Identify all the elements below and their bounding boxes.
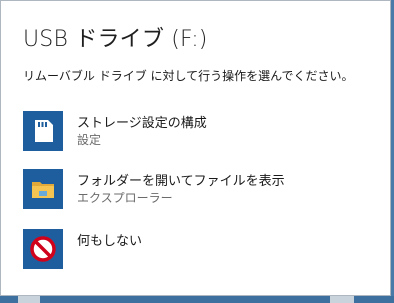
taskbar-segment bbox=[18, 296, 40, 303]
option-label: ストレージ設定の構成 bbox=[77, 116, 207, 131]
folder-icon bbox=[23, 169, 63, 209]
taskbar-edge bbox=[0, 296, 394, 303]
option-sublabel: エクスプローラー bbox=[77, 191, 173, 205]
taskbar-segment bbox=[330, 296, 354, 303]
autoplay-dialog: USB ドライブ (F:) リムーバブル ドライブ に対して行う操作を選んでくだ… bbox=[0, 0, 391, 296]
dialog-prompt: リムーバブル ドライブ に対して行う操作を選んでください。 bbox=[23, 69, 354, 83]
option-take-no-action[interactable]: 何もしない bbox=[19, 225, 375, 275]
dialog-title: USB ドライブ (F:) bbox=[23, 27, 208, 52]
option-open-folder[interactable]: フォルダーを開いてファイルを表示 エクスプローラー bbox=[19, 165, 375, 215]
no-entry-icon bbox=[23, 229, 63, 269]
sd-card-icon bbox=[23, 111, 63, 151]
option-label: 何もしない bbox=[77, 234, 143, 249]
option-sublabel: 設定 bbox=[77, 133, 102, 147]
option-configure-storage[interactable]: ストレージ設定の構成 設定 bbox=[19, 107, 375, 157]
option-label: フォルダーを開いてファイルを表示 bbox=[77, 174, 285, 189]
